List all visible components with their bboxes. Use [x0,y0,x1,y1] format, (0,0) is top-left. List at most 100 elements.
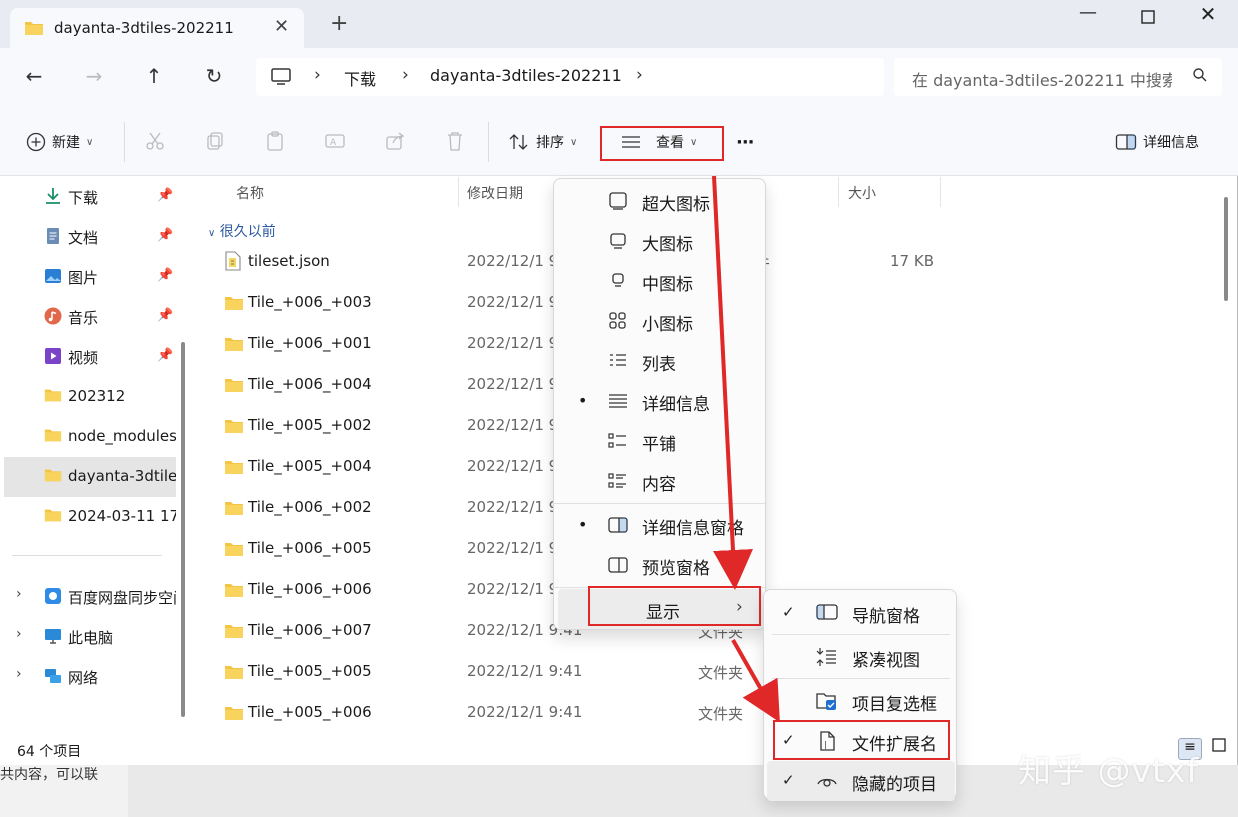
forward-button[interactable]: → [82,64,106,88]
file-name: Tile_+006_+002 [248,498,372,516]
chevron-right-icon[interactable]: › [16,626,22,642]
menu-item-small-icons[interactable]: 小图标 [554,301,767,341]
paste-icon[interactable] [264,130,288,154]
breadcrumb-separator-icon[interactable]: › [636,65,643,85]
navigation-pane: 下载 📌 文档 📌 图片 📌 音乐 📌 视频 📌 202312 node_mod… [0,177,190,737]
list-scrollbar[interactable] [1224,197,1228,301]
sidebar-item-pictures[interactable]: 图片 📌 [0,257,176,297]
selected-dot-icon: • [578,391,588,410]
close-window-button[interactable]: ✕ [1188,2,1228,26]
sidebar-item-dayanta[interactable]: dayanta-3dtiles-202211 [4,457,176,497]
file-size: 17 KB [890,252,934,270]
up-button[interactable]: ↑ [142,64,166,88]
rename-icon[interactable]: A [324,130,348,154]
sidebar-item-label: 百度网盘同步空间 [68,589,176,607]
menu-item-medium-icons[interactable]: 中图标 [554,261,767,301]
column-header-date[interactable]: 修改日期 [467,183,523,203]
menu-item-hidden-items[interactable]: ✓ 隐藏的项目 [767,761,955,801]
maximize-button[interactable] [1128,4,1168,28]
table-row[interactable]: Tile_+005_+006 2022/12/1 9:41 文件夹 [214,694,1214,734]
minimize-button[interactable]: — [1068,2,1108,26]
search-box[interactable]: 在 dayanta-3dtiles-202211 中搜索 [894,58,1222,96]
folder-icon [44,467,62,485]
file-extension-highlight-box [773,720,950,760]
column-header-name[interactable]: 名称 [236,183,264,203]
chevron-right-icon[interactable]: › [16,666,22,682]
menu-item-label: 预览窗格 [642,559,710,579]
folder-icon [224,664,244,684]
sidebar-item-2024-03-11[interactable]: 2024-03-11 17 [0,497,176,537]
tab-close-icon[interactable]: ✕ [274,16,289,37]
tab-dayanta[interactable]: dayanta-3dtiles-202211 ✕ [10,8,304,48]
tab-title: dayanta-3dtiles-202211 [54,19,234,37]
breadcrumb-dayanta[interactable]: dayanta-3dtiles-202211 [430,66,622,85]
sidebar-item-network[interactable]: › 网络 [0,657,176,697]
sidebar-item-documents[interactable]: 文档 📌 [0,217,176,257]
chevron-right-icon[interactable]: › [16,586,22,602]
new-tab-button[interactable]: + [330,13,348,35]
copy-icon[interactable] [204,130,228,154]
details-pane-icon [608,516,628,534]
menu-item-extra-large-icons[interactable]: 超大图标 [554,181,767,221]
group-header[interactable]: ∨ 很久以前 [208,221,276,241]
chevron-down-icon: ∨ [570,136,578,148]
menu-item-list[interactable]: 列表 [554,341,767,381]
folder-icon [224,500,244,520]
cut-icon[interactable] [144,130,168,154]
tiles-icon [608,432,628,450]
folder-icon [224,541,244,561]
sidebar-item-node-modules[interactable]: node_modules [0,417,176,457]
menu-item-details[interactable]: • 详细信息 [554,381,767,421]
sidebar-item-videos[interactable]: 视频 📌 [0,337,176,377]
pin-icon: 📌 [157,188,174,203]
delete-icon[interactable] [444,130,468,154]
tiles-view-icon[interactable] [1212,738,1230,756]
sidebar-item-baidu-sync[interactable]: › 百度网盘同步空间 [0,577,176,617]
view-highlight-box [600,126,724,161]
document-icon [44,227,62,245]
file-name: Tile_+006_+006 [248,580,372,598]
menu-item-large-icons[interactable]: 大图标 [554,221,767,261]
column-header-size[interactable]: 大小 [848,183,876,203]
folder-icon [224,336,244,356]
menu-item-label: 大图标 [642,235,693,255]
refresh-button[interactable]: ↻ [202,64,226,88]
table-row[interactable]: Tile_+005_+005 2022/12/1 9:41 文件夹 [214,653,1214,693]
menu-item-label: 紧凑视图 [852,651,920,671]
sidebar-scrollbar[interactable] [181,342,185,717]
folder-icon [224,623,244,643]
share-icon[interactable] [384,130,408,154]
list-icon [608,352,628,370]
new-button[interactable]: 新建 ∨ [26,130,93,154]
folder-icon [44,387,62,405]
sidebar-item-label: 202312 [68,387,126,405]
menu-item-item-checkboxes[interactable]: 项目复选框 [764,681,958,721]
sort-button[interactable]: 排序 ∨ [508,130,577,154]
address-bar[interactable]: › 下载 › dayanta-3dtiles-202211 › [256,58,884,96]
details-button[interactable]: 详细信息 [1115,130,1199,154]
back-button[interactable]: ← [22,64,46,88]
content-icon [608,472,628,490]
breadcrumb-downloads[interactable]: 下载 [344,66,376,90]
menu-item-tiles[interactable]: 平铺 [554,421,767,461]
sort-label: 排序 [536,135,564,151]
sidebar-item-this-pc[interactable]: › 此电脑 [0,617,176,657]
menu-item-content[interactable]: 内容 [554,461,767,501]
sidebar-item-music[interactable]: 音乐 📌 [0,297,176,337]
file-type: 文件夹 [698,705,744,723]
show-submenu: ✓ 导航窗格 紧凑视图 项目复选框 ✓ | 文件扩展名 ✓ 隐藏的项目 [763,589,958,801]
file-name: Tile_+006_+005 [248,539,372,557]
menu-item-preview-pane[interactable]: 预览窗格 [554,545,767,585]
sidebar-item-label: 网络 [68,669,99,687]
more-button[interactable]: ··· [736,130,754,154]
sidebar-item-label: 此电脑 [68,629,114,647]
title-bar: dayanta-3dtiles-202211 ✕ + — ✕ [0,0,1238,48]
sidebar-item-202312[interactable]: 202312 [0,377,176,417]
menu-item-details-pane[interactable]: • 详细信息窗格 [554,505,767,545]
sidebar-item-downloads[interactable]: 下载 📌 [0,177,176,217]
navigation-bar: ← → ↑ ↻ › 下载 › dayanta-3dtiles-202211 › … [0,48,1238,106]
menu-item-compact-view[interactable]: 紧凑视图 [764,637,958,677]
group-label: 很久以前 [219,224,276,240]
folder-icon [24,20,44,40]
menu-item-navigation-pane[interactable]: ✓ 导航窗格 [764,593,958,633]
